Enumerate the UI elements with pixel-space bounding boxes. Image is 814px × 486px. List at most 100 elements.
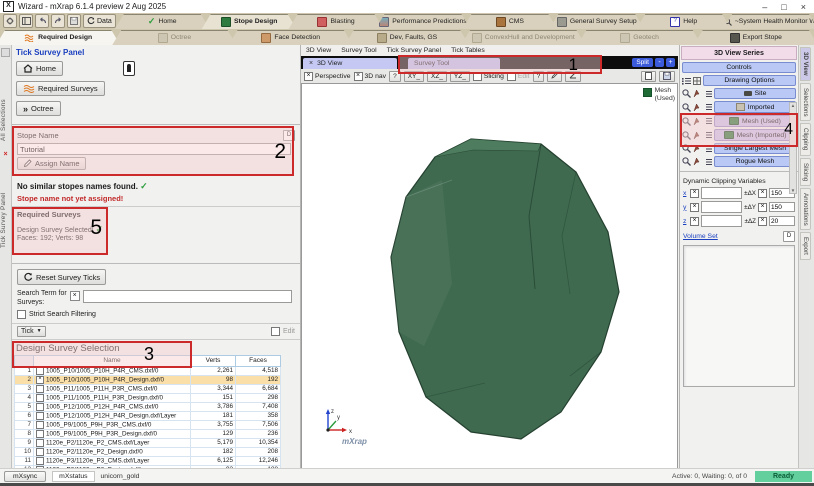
clip-z-delta-toggle[interactable]: × [758, 217, 767, 226]
sidetab-selections[interactable]: Selections [800, 83, 811, 122]
volume-default-button[interactable]: D [783, 231, 795, 242]
clip-x-delta-toggle[interactable]: × [758, 189, 767, 198]
list-icon[interactable] [703, 90, 712, 98]
clip-z-link[interactable]: z [683, 218, 688, 225]
unicorn-gold-tab[interactable]: unicorn_gold [97, 472, 144, 481]
table-row[interactable]: 31005_P11/1005_P11H_P3R_CMS.dxf/03,3446,… [15, 384, 281, 393]
table-row[interactable]: 91120e_P2/1120e_P2_CMS.dxf/Layer5,17910,… [15, 438, 281, 447]
panel-title-link[interactable]: Tick Survey Panel [12, 45, 300, 59]
clip-x-link[interactable]: x [683, 190, 688, 197]
collapse-handle[interactable] [1, 48, 10, 57]
texttab-survey-tool[interactable]: Survey Tool [341, 47, 376, 54]
clip-z-toggle[interactable]: × [690, 217, 699, 226]
save-view-button[interactable] [659, 71, 675, 82]
list-icon[interactable] [703, 158, 712, 166]
strict-search-checkbox[interactable] [17, 310, 26, 319]
window-layout-button[interactable] [19, 14, 33, 28]
volume-set-link[interactable]: Volume Set [683, 233, 718, 240]
subtab-export-stope[interactable]: Export Stope [694, 30, 814, 45]
remove-view-button[interactable]: - [655, 58, 664, 67]
sidetab-export[interactable]: Export [800, 232, 811, 260]
subtab-octree[interactable]: Octree [112, 30, 236, 45]
row-checkbox[interactable] [36, 439, 44, 447]
row-checkbox[interactable] [36, 394, 44, 402]
subtab-dev-faults-gs[interactable]: Dev, Faults, GS [345, 30, 469, 45]
undo-button[interactable] [35, 14, 49, 28]
texttab-3d-view[interactable]: 3D View [306, 47, 331, 54]
close-tab-icon[interactable]: × [309, 60, 313, 67]
magnifier-icon[interactable] [682, 89, 691, 98]
tab-home[interactable]: ✓Home [115, 14, 210, 29]
tab-stope-design[interactable]: Stope Design [202, 14, 297, 29]
perspective-checkbox[interactable]: × [304, 72, 313, 81]
row-checkbox-checked[interactable]: × [36, 376, 44, 384]
clip-y-delta-toggle[interactable]: × [758, 203, 767, 212]
table-row[interactable]: 71005_P9/1005_P9H_P3R_CMS.dxf/03,7557,50… [15, 420, 281, 429]
tick-dropdown[interactable]: Tick▼ [17, 326, 46, 337]
edit-checkbox[interactable] [271, 327, 280, 336]
required-surveys-button[interactable]: Required Surveys [16, 81, 105, 96]
maximize-button[interactable]: □ [781, 2, 786, 12]
scroll-up-icon[interactable]: ▲ [791, 103, 795, 108]
ready-indicator[interactable]: Ready [755, 471, 812, 482]
row-checkbox[interactable] [36, 421, 44, 429]
list-icon[interactable] [703, 103, 712, 111]
mxsync-button[interactable]: mXsync [4, 471, 46, 482]
series-rogue-mesh-button[interactable]: Rogue Mesh [714, 156, 796, 167]
3d-viewport[interactable]: Mesh(Used) x y z mXrap [301, 83, 678, 469]
nav3d-checkbox[interactable]: × [354, 72, 363, 81]
tab-performance-predictions[interactable]: Performance Predictions [376, 14, 471, 29]
clip-x-toggle[interactable]: × [690, 189, 699, 198]
clip-y-input[interactable] [701, 201, 742, 213]
row-checkbox[interactable] [36, 367, 44, 375]
sidetab-annotations[interactable]: Annotations [800, 188, 811, 231]
sidetab-slicing[interactable]: Slicing [800, 158, 811, 186]
close-panel-icon[interactable]: × [0, 151, 11, 158]
subtab-geotech[interactable]: Geotech [577, 30, 701, 45]
subtab-convexhull-development[interactable]: ConvexHull and Development [461, 30, 585, 45]
copy-view-button[interactable] [641, 71, 656, 82]
table-row-selected[interactable]: 2×1005_P10/1005_P10H_P4R_Design.dxf/0981… [15, 375, 281, 384]
clip-z-input[interactable] [701, 215, 742, 227]
subtab-required-design[interactable]: Required Design [0, 30, 120, 45]
view-tab-3d[interactable]: ×3D View [303, 58, 397, 69]
redo-button[interactable] [51, 14, 65, 28]
reset-survey-ticks-button[interactable]: Reset Survey Ticks [17, 269, 106, 285]
pick-arrow-icon[interactable] [693, 157, 701, 166]
row-checkbox[interactable] [36, 412, 44, 420]
series-imported-button[interactable]: Imported [714, 101, 796, 113]
list-icon[interactable] [682, 77, 691, 85]
pick-arrow-icon[interactable] [693, 89, 701, 98]
data-refresh-button[interactable]: Data [83, 14, 116, 28]
row-checkbox[interactable] [36, 430, 44, 438]
table-row[interactable]: 41005_P11/1005_P11H_P3R_Design.dxf/01512… [15, 393, 281, 402]
controls-button[interactable]: Controls [682, 62, 796, 73]
split-button[interactable]: Split [632, 58, 653, 67]
row-checkbox[interactable] [36, 457, 44, 465]
texttab-tick-survey-panel[interactable]: Tick Survey Panel [387, 47, 442, 54]
row-checkbox[interactable] [36, 448, 44, 456]
row-checkbox[interactable] [36, 403, 44, 411]
octree-button[interactable]: » Octree [16, 101, 61, 116]
settings-gear-button[interactable] [3, 14, 17, 28]
drawing-options-button[interactable]: Drawing Options [703, 75, 796, 86]
tab-cms[interactable]: CMS [462, 14, 557, 29]
texttab-tick-tables[interactable]: Tick Tables [451, 47, 485, 54]
mxstatus-tab[interactable]: mXstatus [52, 471, 94, 482]
home-button[interactable]: Home [16, 61, 63, 76]
tab-system-health-monitor[interactable]: ~System Health Monitor Wi [723, 14, 814, 29]
table-row[interactable]: 111120e_P3/1120e_P3_CMS.dxf/Layer6,12512… [15, 456, 281, 465]
clip-y-toggle[interactable]: × [690, 203, 699, 212]
pick-arrow-icon[interactable] [693, 103, 701, 112]
sidetab-clipping[interactable]: Clipping [800, 123, 811, 155]
subtab-face-detection[interactable]: Face Detection [229, 30, 353, 45]
col-faces[interactable]: Faces [236, 355, 281, 366]
minimize-button[interactable]: – [762, 2, 767, 12]
tab-blasting[interactable]: Blasting [289, 14, 384, 29]
stope-mesh[interactable] [302, 84, 677, 468]
table-row[interactable]: 81005_P9/1005_P9H_P3R_Design.dxf/0129236 [15, 429, 281, 438]
close-button[interactable]: × [801, 2, 806, 12]
user-pin-icon[interactable] [123, 61, 135, 76]
grid-icon[interactable] [693, 77, 701, 85]
sidetab-tick-survey-panel[interactable]: Tick Survey Panel [0, 158, 7, 248]
